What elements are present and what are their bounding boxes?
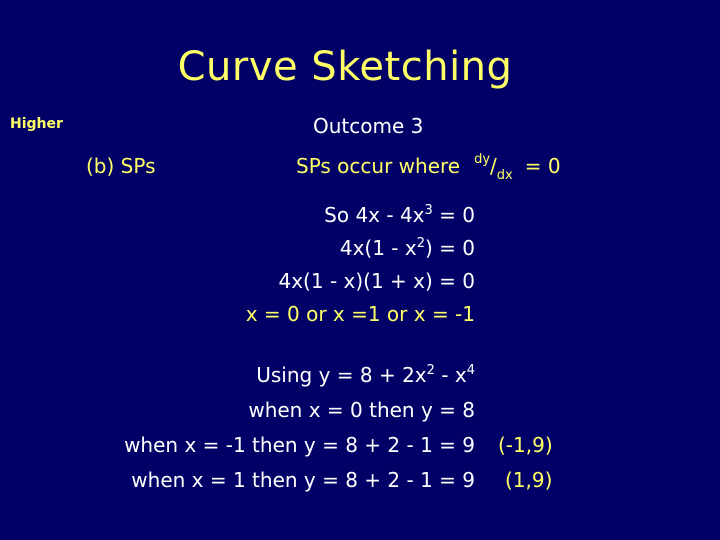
sp-condition-rhs: = 0 bbox=[524, 154, 561, 178]
using-mid: - x bbox=[434, 363, 467, 387]
derivative-slash: / bbox=[490, 154, 497, 178]
exponent: 4 bbox=[466, 363, 475, 378]
solutions-line: x = 0 or x =1 or x = -1 bbox=[245, 302, 475, 326]
using-equation: Using y = 8 + 2x2 - x4 bbox=[256, 363, 475, 387]
working-line-1-suffix: = 0 bbox=[432, 203, 475, 227]
using-prefix: Using y = 8 + 2x bbox=[256, 363, 427, 387]
outcome-label: Outcome 3 bbox=[313, 114, 424, 138]
when-x-1-line: when x = 1 then y = 8 + 2 - 1 = 9 bbox=[131, 468, 475, 492]
stationary-point-minus-1: (-1,9) bbox=[498, 433, 553, 457]
working-line-1-prefix: So 4x - 4x bbox=[324, 203, 425, 227]
working-line-2-prefix: 4x(1 - x bbox=[339, 236, 417, 260]
derivative-denominator: dx bbox=[496, 168, 513, 183]
level-label: Higher bbox=[10, 116, 63, 132]
when-x-0-line: when x = 0 then y = 8 bbox=[248, 398, 475, 422]
section-label: (b) SPs bbox=[86, 154, 156, 178]
sp-condition-text: SPs occur where bbox=[296, 154, 461, 178]
working-line-3: 4x(1 - x)(1 + x) = 0 bbox=[278, 269, 476, 293]
exponent: 2 bbox=[426, 363, 435, 378]
slide-title: Curve Sketching bbox=[177, 44, 513, 90]
stationary-point-1: (1,9) bbox=[505, 468, 553, 492]
working-line-2: 4x(1 - x2) = 0 bbox=[340, 236, 475, 260]
working-line-1: So 4x - 4x3 = 0 bbox=[324, 203, 475, 227]
exponent: 2 bbox=[416, 236, 425, 251]
derivative-numerator: dy bbox=[474, 152, 491, 167]
exponent: 3 bbox=[424, 203, 433, 218]
when-x-minus-1-line: when x = -1 then y = 8 + 2 - 1 = 9 bbox=[124, 433, 475, 457]
sp-condition: SPs occur where dy/dx = 0 bbox=[296, 152, 561, 183]
working-line-2-suffix: ) = 0 bbox=[425, 236, 475, 260]
